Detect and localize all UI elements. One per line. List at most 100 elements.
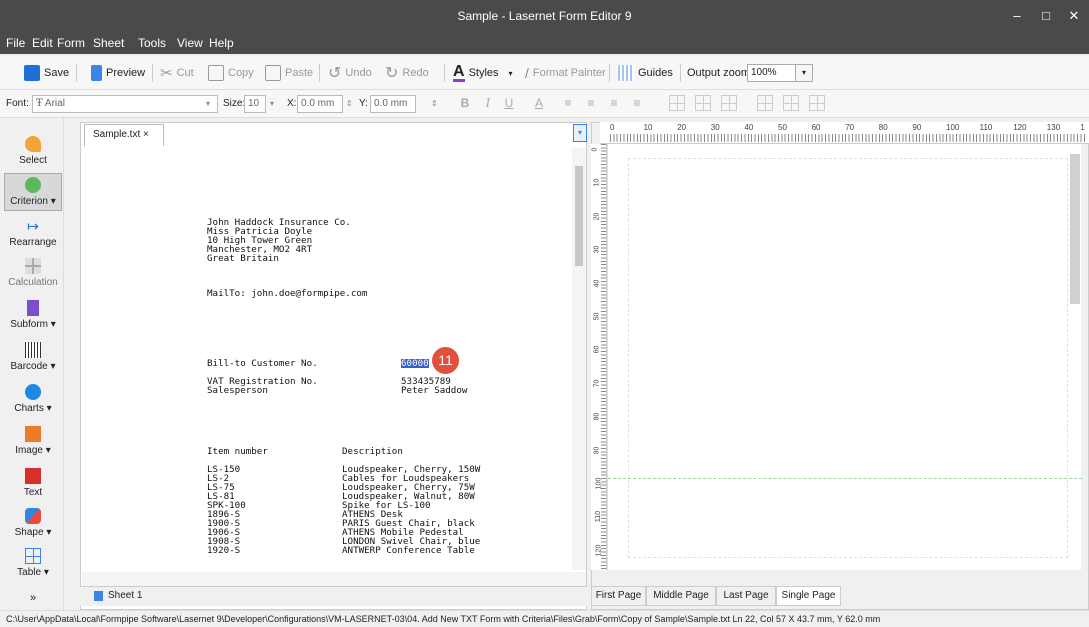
border-inner-icon[interactable] — [695, 95, 711, 111]
paste-button[interactable]: Paste — [265, 56, 313, 90]
spinner-icon[interactable]: ⇕ — [346, 95, 353, 113]
ruler-ticks — [601, 144, 606, 570]
chevron-down-icon[interactable]: ▾ — [573, 124, 587, 142]
guides-button[interactable]: Guides — [618, 56, 673, 90]
menu-edit[interactable]: Edit — [32, 36, 53, 50]
image-tool[interactable]: Image ▾ — [4, 426, 62, 456]
preview-button[interactable]: Preview — [91, 56, 145, 90]
ruler-label: 90 — [593, 446, 601, 454]
billto-value[interactable]: 60000 — [401, 359, 429, 368]
justify-icon[interactable]: ≡ — [628, 94, 646, 112]
menu-sheet[interactable]: Sheet — [93, 36, 124, 50]
tab-sample-txt[interactable]: Sample.txt × — [84, 124, 164, 146]
horizontal-scrollbar[interactable] — [82, 572, 586, 586]
styles-button[interactable]: A Styles ▾ — [453, 56, 513, 90]
font-color-icon[interactable]: A — [530, 94, 548, 112]
y-position-input[interactable]: 0.0 mm — [370, 95, 416, 113]
status-text: C:\User\AppData\Local\Formpipe Software\… — [6, 614, 881, 624]
salesperson-label: Salesperson — [207, 385, 268, 396]
redo-button[interactable]: ↻ Redo — [385, 56, 429, 90]
ruler-label: 90 — [912, 123, 922, 132]
first-page-button[interactable]: First Page — [591, 586, 646, 606]
text-tool[interactable]: Text — [4, 468, 62, 498]
ruler-label: 80 — [593, 412, 601, 421]
rearrange-tool[interactable]: ↦ Rearrange — [4, 218, 62, 248]
font-label: Font: — [6, 98, 29, 109]
middle-page-button[interactable]: Middle Page — [646, 586, 716, 606]
column-header-description: Description — [342, 446, 403, 457]
horizontal-ruler: 0 10 20 30 40 50 60 70 80 90 100 110 120 130 1 — [600, 122, 1089, 144]
ruler-label: 50 — [778, 123, 787, 132]
font-select[interactable]: Ŧ Arial — [32, 95, 218, 113]
charts-tool[interactable]: Charts ▾ — [4, 384, 62, 414]
last-page-button[interactable]: Last Page — [716, 586, 776, 606]
border-outer-icon[interactable] — [721, 95, 737, 111]
ruler-label: 20 — [593, 212, 601, 221]
ruler-label: 40 — [593, 279, 601, 287]
calculation-tool[interactable]: Calculation — [4, 258, 62, 288]
page-canvas[interactable] — [607, 144, 1082, 570]
align-left-icon[interactable]: ≡ — [559, 94, 577, 112]
sheet-tab[interactable]: Sheet 1 — [94, 587, 142, 605]
spinner-icon[interactable]: ⇕ — [431, 95, 438, 113]
table-cols-icon[interactable] — [809, 95, 825, 111]
barcode-tool[interactable]: Barcode ▾ — [4, 342, 62, 372]
truetype-icon: Ŧ — [36, 98, 43, 109]
text-editor[interactable]: John Haddock Insurance Co. Miss Patricia… — [96, 148, 572, 570]
x-position-input[interactable]: 0.0 mm — [297, 95, 343, 113]
scissors-icon: ✂ — [160, 65, 173, 82]
menu-tools[interactable]: Tools — [138, 36, 166, 50]
underline-button[interactable]: U — [500, 94, 518, 112]
vertical-scrollbar[interactable] — [572, 148, 586, 570]
close-button[interactable]: ✕ — [1056, 0, 1089, 32]
table-grid-icon[interactable] — [757, 95, 773, 111]
preview-icon — [91, 65, 102, 81]
grid-icon — [618, 65, 634, 81]
salesperson-value: Peter Saddow — [401, 385, 468, 396]
menu-help[interactable]: Help — [209, 36, 234, 50]
chevron-down-icon[interactable]: ▾ — [270, 95, 274, 113]
undo-icon: ↺ — [328, 65, 342, 82]
x-label: X: — [287, 98, 297, 109]
menu-view[interactable]: View — [177, 36, 203, 50]
hand-icon — [25, 136, 41, 152]
ruler-label: 60 — [593, 345, 601, 354]
select-tool[interactable]: Select — [4, 136, 62, 166]
menu-bar: File Edit Form Sheet Tools View Help — [0, 32, 1089, 54]
single-page-button[interactable]: Single Page — [776, 586, 841, 606]
column-header-item: Item number — [207, 446, 268, 457]
billto-label: Bill-to Customer No. — [207, 358, 318, 369]
table-rows-icon[interactable] — [783, 95, 799, 111]
italic-button[interactable]: I — [479, 94, 497, 112]
menu-form[interactable]: Form — [57, 36, 85, 50]
chevron-down-icon[interactable]: ▾ — [795, 64, 813, 82]
criterion-tool[interactable]: Criterion ▾ — [4, 173, 62, 211]
menu-file[interactable]: File — [6, 36, 25, 50]
cut-button[interactable]: ✂ Cut — [160, 56, 194, 90]
scroll-thumb[interactable] — [575, 166, 583, 266]
subform-tool[interactable]: Subform ▾ — [4, 300, 62, 330]
redo-icon: ↻ — [385, 65, 399, 82]
size-select[interactable]: 10 — [244, 95, 266, 113]
y-label: Y: — [359, 98, 368, 109]
title-bar: Sample - Lasernet Form Editor 9 – □ ✕ — [0, 0, 1089, 32]
ruler-label: 70 — [593, 379, 601, 388]
table-tool[interactable]: Table ▾ — [4, 548, 62, 578]
expand-icon[interactable]: » — [4, 592, 62, 604]
border-all-icon[interactable] — [669, 95, 685, 111]
ruler-label: 10 — [643, 123, 653, 132]
save-button[interactable]: Save — [24, 56, 69, 90]
bold-button[interactable]: B — [456, 94, 474, 112]
align-right-icon[interactable]: ≡ — [605, 94, 623, 112]
format-painter-button[interactable]: / Format Painter — [525, 56, 606, 90]
scroll-thumb[interactable] — [1070, 154, 1080, 304]
ruler-label: 130 — [1046, 123, 1061, 132]
align-center-icon[interactable]: ≡ — [582, 94, 600, 112]
format-toolbar: Font: Ŧ Arial ▾ Size: 10 ▾ X: 0.0 mm ⇕ Y… — [0, 90, 1089, 118]
ruler-label: 30 — [710, 123, 720, 132]
copy-icon — [208, 65, 224, 81]
chevron-down-icon[interactable]: ▾ — [206, 95, 210, 113]
shape-tool[interactable]: Shape ▾ — [4, 508, 62, 538]
copy-button[interactable]: Copy — [208, 56, 254, 90]
undo-button[interactable]: ↺ Undo — [328, 56, 372, 90]
